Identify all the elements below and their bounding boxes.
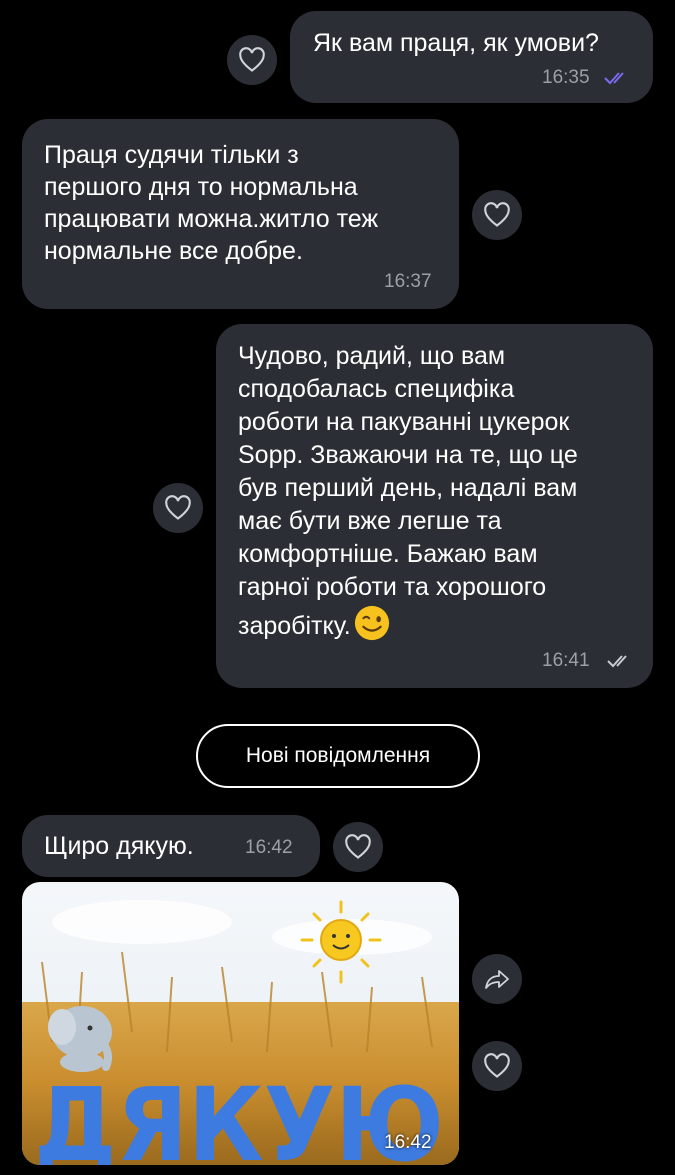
winking-face-icon xyxy=(354,605,389,641)
heart-icon xyxy=(239,47,265,72)
heart-icon xyxy=(165,495,191,520)
heart-icon xyxy=(484,1053,510,1078)
message-time: 16:35 xyxy=(542,67,590,88)
message-time: 16:41 xyxy=(542,650,590,671)
sticker-image: ДЯКУЮ xyxy=(22,882,459,1165)
message-text: Як вам праця, як умови? xyxy=(313,29,599,57)
forward-icon xyxy=(485,970,509,989)
heart-icon xyxy=(345,834,371,859)
heart-icon xyxy=(484,202,510,227)
message-time: 16:42 xyxy=(384,1132,432,1153)
react-heart-button[interactable] xyxy=(227,35,277,85)
react-heart-button[interactable] xyxy=(472,1041,522,1091)
double-check-icon xyxy=(604,72,624,85)
message-bubble-outgoing[interactable]: Чудово, радий, що вам сподобалась специф… xyxy=(216,324,653,688)
message-body: Чудово, радий, що вам сподобалась специф… xyxy=(238,342,578,640)
double-check-icon xyxy=(607,655,627,668)
react-heart-button[interactable] xyxy=(153,483,203,533)
message-text: Чудово, радий, що вам сподобалась специф… xyxy=(238,340,578,643)
react-heart-button[interactable] xyxy=(472,190,522,240)
react-heart-button[interactable] xyxy=(333,822,383,872)
new-messages-divider: Нові повідомлення xyxy=(196,724,480,788)
message-time: 16:37 xyxy=(384,271,432,292)
message-bubble-outgoing[interactable]: Як вам праця, як умови? 16:35 xyxy=(290,11,653,103)
message-bubble-incoming[interactable]: Праця судячи тільки з першого дня то нор… xyxy=(22,119,459,309)
message-text: Щиро дякую. xyxy=(44,832,194,860)
message-bubble-incoming[interactable]: Щиро дякую. 16:42 xyxy=(22,815,320,877)
message-text: Праця судячи тільки з першого дня то нор… xyxy=(44,141,379,265)
message-time: 16:42 xyxy=(245,837,293,858)
sticker-message[interactable]: ДЯКУЮ 16:42 xyxy=(22,882,459,1165)
forward-button[interactable] xyxy=(472,954,522,1004)
sticker-text: ДЯКУЮ xyxy=(34,1066,444,1165)
